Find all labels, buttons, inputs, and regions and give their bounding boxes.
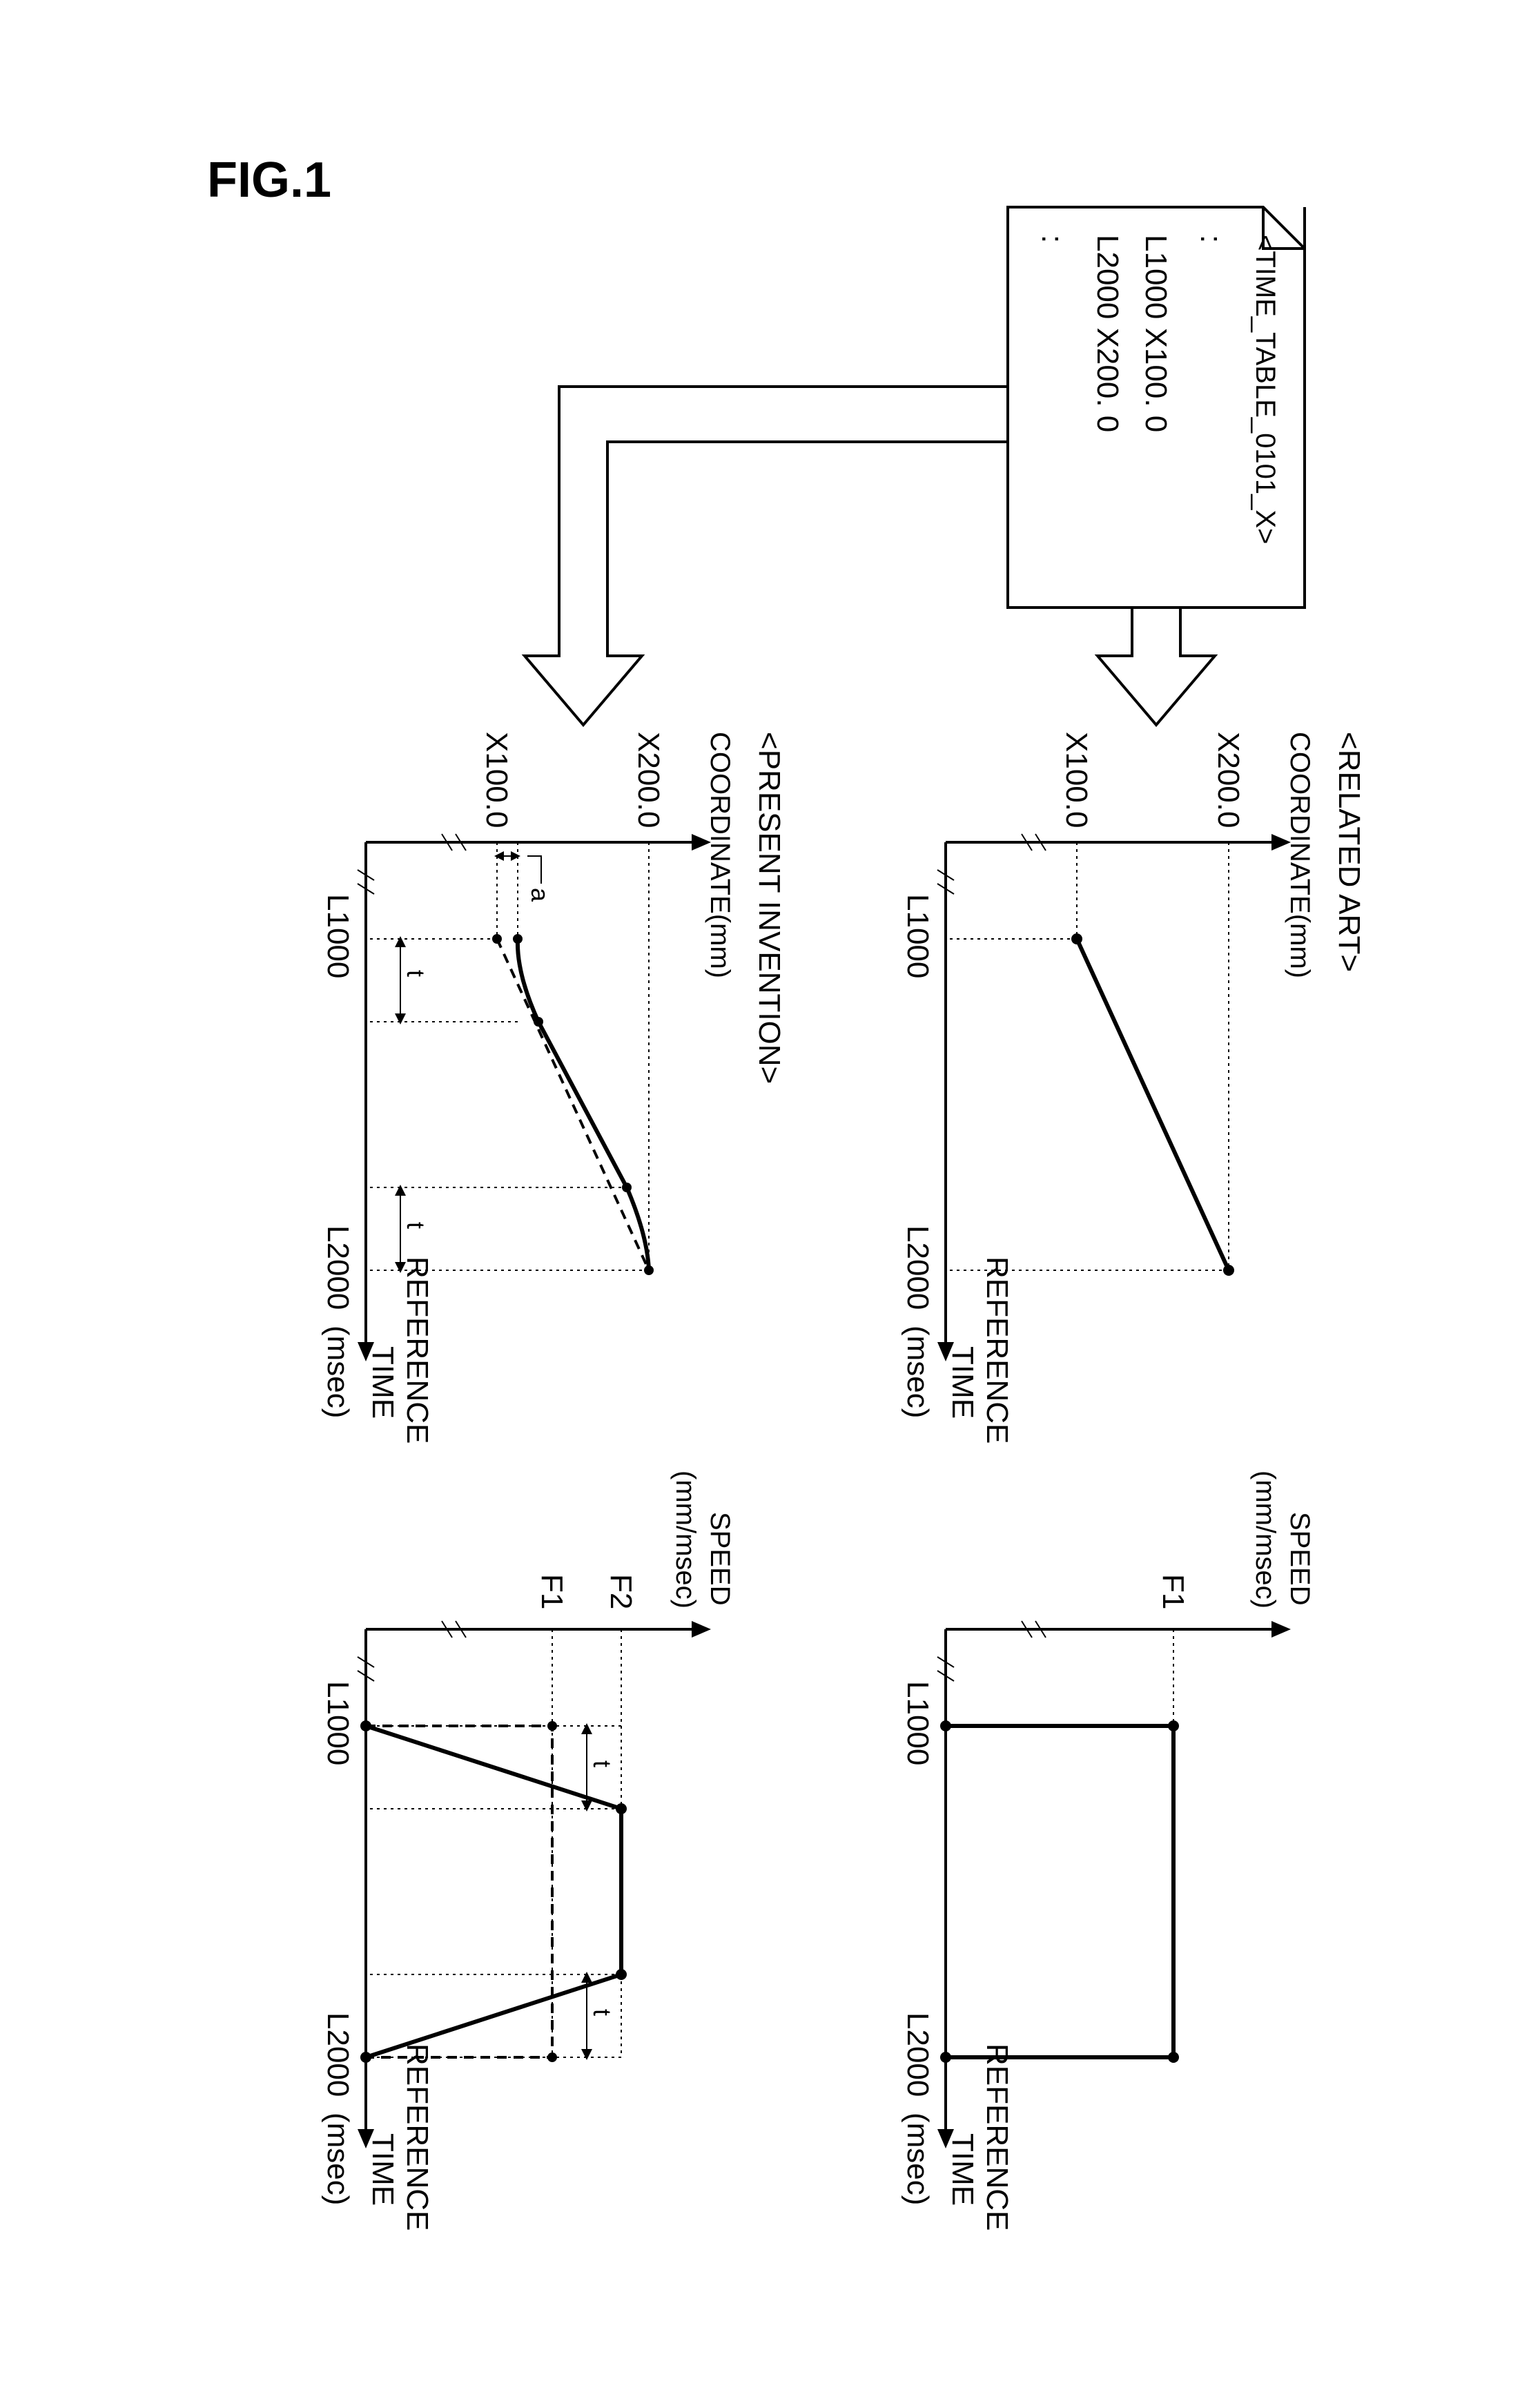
xlabel-ref1-b: REFERENCE bbox=[980, 2043, 1014, 2231]
figure-diagram: <TIME_TABLE_0101_X> : L1000 X100. 0 L200… bbox=[124, 124, 1422, 2292]
xlabel-msec-a: (msec) bbox=[901, 1326, 935, 1418]
xlabel-ref2-c: TIME bbox=[366, 1346, 400, 1419]
time-table-title: <TIME_TABLE_0101_X> bbox=[1250, 235, 1280, 544]
chart-related-art-speed: SPEED (mm/msec) bbox=[901, 1470, 1315, 2231]
xtick-l2000-a: L2000 bbox=[901, 1225, 935, 1310]
xlabel-ref2-a: TIME bbox=[946, 1346, 979, 1419]
xlabel-ref2-b: TIME bbox=[946, 2133, 979, 2206]
arrow-to-related-art bbox=[1098, 608, 1215, 725]
section-label-present-invention: <PRESENT INVENTION> bbox=[752, 732, 786, 1084]
xlabel-ref1-a: REFERENCE bbox=[980, 1256, 1014, 1444]
ylabel-coord-b: COORDINATE(mm) bbox=[705, 732, 735, 978]
time-table-marker-top: : bbox=[1194, 235, 1228, 243]
ytick-x100: X100.0 bbox=[1060, 732, 1093, 828]
annot-t4: t bbox=[588, 2009, 616, 2016]
xtick-l1000-a: L1000 bbox=[901, 894, 935, 978]
ylabel-speed2-b: (mm/msec) bbox=[670, 1470, 701, 1609]
time-table-marker-bot: : bbox=[1035, 235, 1069, 243]
ytick-x200: X200.0 bbox=[1211, 732, 1245, 828]
ytick-f2: F2 bbox=[604, 1574, 638, 1609]
xlabel-msec-d: (msec) bbox=[321, 2113, 355, 2205]
xlabel-ref1-c: REFERENCE bbox=[400, 1256, 434, 1444]
annot-t2: t bbox=[402, 1222, 430, 1229]
time-table-row2: L2000 X200. 0 bbox=[1091, 235, 1124, 432]
ylabel-coord: COORDINATE(mm) bbox=[1285, 732, 1315, 978]
xlabel-ref1-d: REFERENCE bbox=[400, 2043, 434, 2231]
annot-t3: t bbox=[588, 1760, 616, 1767]
xtick-l1000-c: L1000 bbox=[321, 894, 355, 978]
xlabel-msec-b: (msec) bbox=[901, 2113, 935, 2205]
ytick-f1-b: F1 bbox=[535, 1574, 569, 1609]
ytick-x200-b: X200.0 bbox=[632, 732, 665, 828]
annot-t1: t bbox=[402, 970, 430, 977]
xlabel-ref2-d: TIME bbox=[366, 2133, 400, 2206]
time-table-box: <TIME_TABLE_0101_X> : L1000 X100. 0 L200… bbox=[1008, 207, 1305, 608]
xtick-l2000-c: L2000 bbox=[321, 1225, 355, 1310]
arrow-to-present-invention bbox=[525, 387, 1008, 725]
xtick-l2000-d: L2000 bbox=[321, 2012, 355, 2097]
section-label-related-art: <RELATED ART> bbox=[1332, 732, 1366, 972]
xtick-l1000-b: L1000 bbox=[901, 1681, 935, 1765]
ytick-f1-a: F1 bbox=[1156, 1574, 1190, 1609]
annot-a: a bbox=[526, 888, 554, 902]
time-table-row1: L1000 X100. 0 bbox=[1139, 235, 1173, 432]
ylabel-speed1-b: SPEED bbox=[705, 1512, 735, 1606]
chart-present-speed: SPEED (mm/msec) bbox=[321, 1470, 735, 2231]
ytick-x100-b: X100.0 bbox=[480, 732, 514, 828]
ylabel-speed1-a: SPEED bbox=[1285, 1512, 1315, 1606]
xtick-l1000-d: L1000 bbox=[321, 1681, 355, 1765]
ylabel-speed2-a: (mm/msec) bbox=[1250, 1470, 1280, 1609]
xlabel-msec-c: (msec) bbox=[321, 1326, 355, 1418]
xtick-l2000-b: L2000 bbox=[901, 2012, 935, 2097]
chart-present-coordinate: COORDINATE(mm) bbox=[321, 732, 735, 1444]
chart-related-art-coordinate: COORDINATE(mm) bbox=[901, 732, 1315, 1444]
